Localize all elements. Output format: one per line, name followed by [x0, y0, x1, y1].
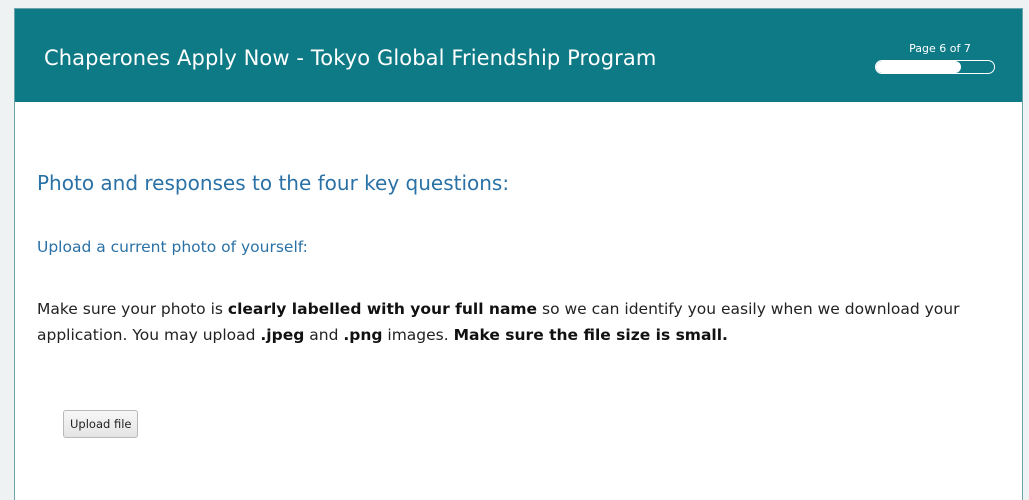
section-title: Photo and responses to the four key ques… — [37, 171, 510, 195]
page-progress: Page 6 of 7 — [875, 42, 997, 74]
form-title: Chaperones Apply Now - Tokyo Global Frie… — [44, 46, 657, 70]
progress-bar-fill — [876, 61, 961, 73]
form-header: Chaperones Apply Now - Tokyo Global Frie… — [15, 9, 1022, 102]
upload-prompt: Upload a current photo of yourself: — [37, 238, 308, 256]
instructions-text: Make sure your photo is — [37, 300, 228, 318]
instructions-bold-jpeg: .jpeg — [260, 326, 305, 344]
instructions-bold-size: Make sure the file size is small. — [453, 326, 728, 344]
instructions-bold-png: .png — [343, 326, 383, 344]
instructions-bold-name: clearly labelled with your full name — [227, 300, 538, 318]
instructions-text: images. — [382, 326, 454, 344]
progress-bar — [875, 60, 995, 74]
upload-instructions: Make sure your photo is clearly labelled… — [37, 296, 1007, 348]
instructions-text: and — [304, 326, 344, 344]
page-progress-label: Page 6 of 7 — [909, 42, 971, 55]
upload-file-button[interactable]: Upload file — [63, 410, 139, 438]
form-card: Chaperones Apply Now - Tokyo Global Frie… — [14, 8, 1023, 500]
